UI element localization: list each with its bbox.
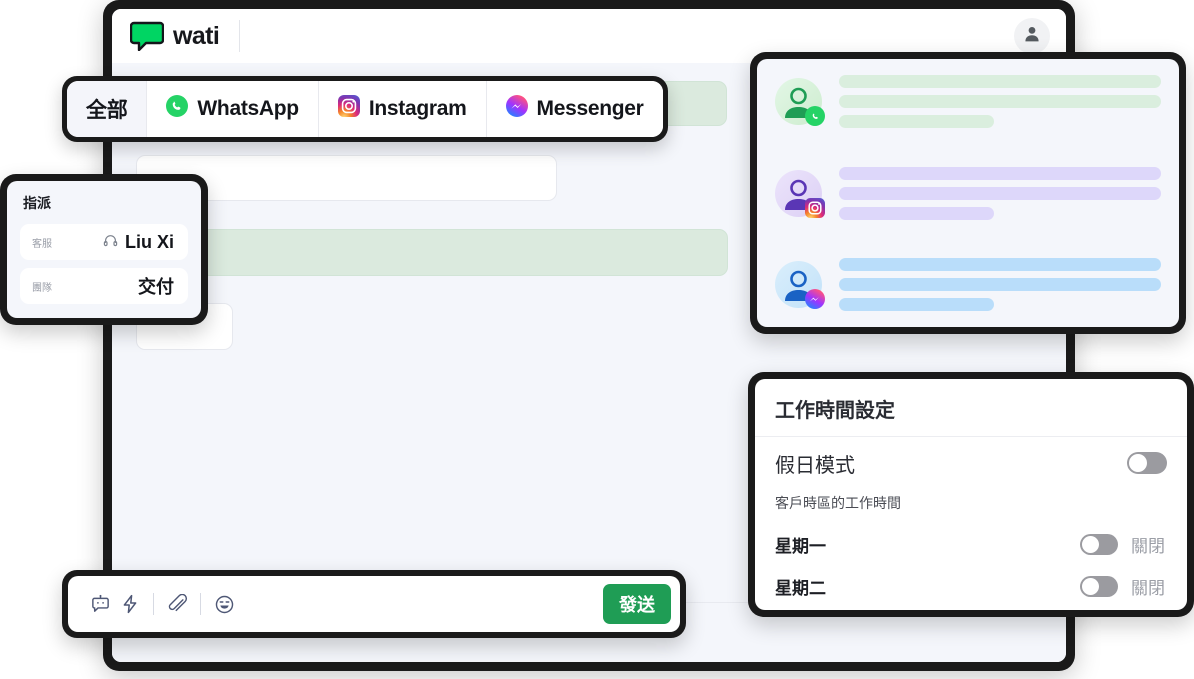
message-bubble-outgoing	[136, 229, 728, 276]
composer-card: 發送	[62, 570, 686, 638]
avatar	[775, 169, 825, 218]
assign-agent-field[interactable]: 客服 Liu Xi	[20, 224, 188, 260]
list-item-text-placeholder	[839, 75, 1161, 128]
lightning-icon[interactable]	[115, 589, 145, 619]
brand-name: wati	[173, 21, 220, 50]
holiday-mode-label: 假日模式	[775, 454, 855, 477]
instagram-icon	[805, 197, 825, 218]
list-item-text-placeholder	[839, 166, 1161, 220]
user-avatar-icon	[1022, 24, 1042, 49]
tab-instagram-label: Instagram	[368, 97, 467, 120]
day-row-tuesday: 星期二 關閉	[755, 565, 1187, 607]
assignment-card: 指派 客服 Liu Xi 團隊 交付	[0, 174, 208, 325]
paperclip-icon[interactable]	[162, 589, 192, 619]
day-state: 關閉	[1131, 536, 1165, 556]
channel-tabs-card: 全部 WhatsApp Instagram Messenger	[62, 76, 668, 142]
tab-whatsapp[interactable]: WhatsApp	[147, 81, 319, 137]
day-name: 星期二	[775, 578, 826, 598]
day-name: 星期一	[775, 536, 826, 556]
chat-list-card	[750, 52, 1186, 334]
toolbar-divider	[153, 593, 154, 615]
whatsapp-icon	[166, 95, 189, 123]
working-hours-card: 工作時間設定 假日模式 客戶時區的工作時間 星期一 關閉 星期二 關閉	[748, 372, 1194, 617]
instagram-icon	[337, 95, 360, 123]
day-row-monday: 星期一 關閉	[755, 523, 1187, 565]
composer-toolbar: 發送	[68, 576, 680, 632]
day-toggle-tuesday[interactable]	[1080, 575, 1118, 597]
header-divider	[239, 20, 241, 52]
list-item[interactable]	[775, 75, 1161, 128]
avatar	[775, 78, 825, 126]
chat-bubble-logo-icon	[130, 21, 164, 51]
list-item[interactable]	[775, 166, 1161, 220]
assign-agent-value-group: Liu Xi	[52, 232, 174, 253]
headset-icon	[103, 232, 118, 253]
assignment-panel: 指派 客服 Liu Xi 團隊 交付	[7, 181, 201, 318]
assign-team-value: 交付	[138, 277, 174, 297]
assign-team-label: 團隊	[32, 282, 52, 294]
tab-whatsapp-label: WhatsApp	[197, 97, 299, 120]
holiday-mode-row: 假日模式	[755, 437, 1187, 489]
bot-icon[interactable]	[85, 589, 115, 619]
tab-messenger[interactable]: Messenger	[486, 81, 663, 137]
messenger-icon	[505, 95, 528, 123]
assign-agent-label: 客服	[32, 238, 52, 250]
page-title: 工作時間設定	[755, 379, 1187, 437]
brand-logo-group: wati	[130, 21, 220, 51]
working-hours-panel: 工作時間設定 假日模式 客戶時區的工作時間 星期一 關閉 星期二 關閉	[755, 379, 1187, 610]
messenger-icon	[805, 289, 825, 309]
assign-team-value-group: 交付	[52, 273, 174, 299]
channel-tabs: 全部 WhatsApp Instagram Messenger	[67, 81, 663, 137]
timezone-note: 客戶時區的工作時間	[775, 495, 901, 511]
avatar	[775, 261, 825, 309]
tab-messenger-label: Messenger	[536, 97, 644, 120]
holiday-mode-toggle[interactable]	[1127, 452, 1167, 474]
day-toggle-monday[interactable]	[1080, 533, 1118, 555]
assign-agent-value: Liu Xi	[125, 231, 174, 252]
send-button[interactable]: 發送	[603, 584, 671, 624]
tab-all-label: 全部	[86, 99, 128, 122]
chat-list	[757, 59, 1179, 327]
header-avatar[interactable]	[1014, 18, 1050, 54]
whatsapp-icon	[805, 106, 825, 126]
list-item-text-placeholder	[839, 258, 1161, 311]
day-state: 關閉	[1131, 578, 1165, 598]
tab-instagram[interactable]: Instagram	[318, 81, 487, 137]
toolbar-divider	[200, 593, 201, 615]
list-item[interactable]	[775, 258, 1161, 311]
tab-all[interactable]: 全部	[67, 81, 148, 137]
smiley-icon[interactable]	[209, 589, 239, 619]
assign-team-field[interactable]: 團隊 交付	[20, 268, 188, 304]
assignment-title: 指派	[23, 195, 51, 211]
